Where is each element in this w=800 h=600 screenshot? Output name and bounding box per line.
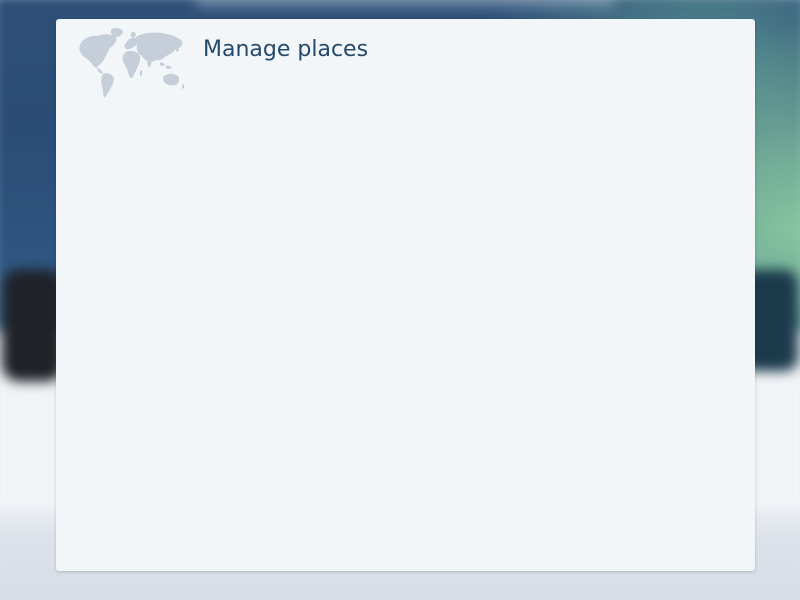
- screen: Manage places: [0, 0, 800, 600]
- places-content-area: [76, 109, 735, 549]
- background-device-left: [2, 269, 64, 382]
- background-top-bar: [196, 0, 615, 9]
- manage-places-dialog: Manage places: [56, 19, 755, 571]
- page-title: Manage places: [203, 37, 369, 62]
- world-map-icon: [79, 28, 184, 98]
